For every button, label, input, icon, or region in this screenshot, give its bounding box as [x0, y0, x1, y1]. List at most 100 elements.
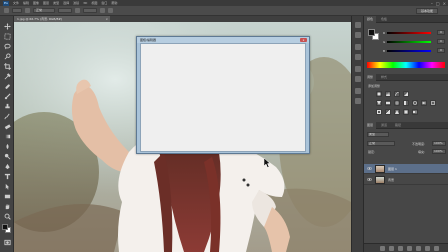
tab-color[interactable]: 颜色: [364, 16, 377, 23]
properties-panel-icon[interactable]: [355, 32, 361, 38]
brush-preset-picker[interactable]: [12, 8, 22, 13]
lasso-tool[interactable]: [3, 42, 11, 50]
trash-icon[interactable]: [434, 246, 439, 251]
character-panel-icon[interactable]: [355, 66, 361, 72]
move-tool[interactable]: [3, 22, 11, 30]
airbrush-icon[interactable]: [100, 8, 105, 13]
invert-icon[interactable]: [376, 109, 382, 115]
crop-tool[interactable]: [3, 62, 11, 70]
hue-saturation-icon[interactable]: [385, 100, 391, 106]
foreground-color-swatch[interactable]: [2, 224, 8, 230]
arrow-icon: [5, 183, 9, 189]
tab-adjustments[interactable]: 调整: [364, 74, 377, 81]
adjustment-layer-icon[interactable]: [407, 246, 412, 251]
brush-tool[interactable]: [3, 92, 11, 100]
quick-select-tool[interactable]: [3, 52, 11, 60]
blue-slider-track[interactable]: [387, 50, 431, 52]
layer-row[interactable]: 图层 1: [364, 164, 448, 174]
tab-layers[interactable]: 图层: [364, 122, 377, 129]
mode-select[interactable]: 正常: [33, 8, 55, 13]
new-group-icon[interactable]: [416, 246, 421, 251]
color-panel-foreground-swatch[interactable]: [368, 29, 375, 36]
flow-field[interactable]: [83, 8, 97, 13]
close-window-button[interactable]: ×: [443, 1, 446, 6]
exposure-icon[interactable]: [403, 91, 409, 97]
blue-value-field[interactable]: 0: [437, 48, 445, 53]
brush-panel-icon[interactable]: [355, 88, 361, 94]
layer-style-icon[interactable]: [389, 246, 394, 251]
layer-filter-select[interactable]: 类型: [367, 132, 389, 137]
brightness-contrast-icon[interactable]: [376, 91, 382, 97]
opacity-label: 不透明度:: [412, 142, 426, 146]
hand-tool[interactable]: [3, 202, 11, 210]
layer-mask-icon[interactable]: [398, 246, 403, 251]
opacity-input[interactable]: 100%: [432, 141, 446, 146]
opacity-field[interactable]: [58, 8, 72, 13]
color-lookup-icon[interactable]: [430, 100, 436, 106]
blur-tool[interactable]: [3, 142, 11, 150]
tab-swatches[interactable]: 色板: [378, 16, 390, 23]
threshold-icon[interactable]: [394, 109, 400, 115]
red-slider-track[interactable]: [387, 32, 431, 34]
link-layers-icon[interactable]: [380, 246, 385, 251]
new-layer-icon[interactable]: [425, 246, 430, 251]
fill-input[interactable]: 100%: [432, 149, 446, 154]
eraser-icon: [4, 123, 11, 129]
posterize-icon[interactable]: [385, 109, 391, 115]
history-panel-icon[interactable]: [355, 22, 361, 28]
actions-panel-icon[interactable]: [355, 44, 361, 50]
tab-styles[interactable]: 样式: [378, 74, 390, 81]
pen-tool[interactable]: [3, 162, 11, 170]
tab-paths[interactable]: 路径: [392, 122, 404, 129]
dodge-tool[interactable]: [3, 152, 11, 160]
red-slider[interactable]: R 0: [383, 30, 445, 36]
clone-source-panel-icon[interactable]: [355, 98, 361, 104]
red-value-field[interactable]: 0: [437, 30, 445, 35]
pen-icon: [4, 163, 10, 169]
green-value-field[interactable]: 0: [437, 39, 445, 44]
rectangle-tool[interactable]: [3, 192, 11, 200]
channel-mixer-icon[interactable]: [421, 100, 427, 106]
zoom-tool[interactable]: [3, 212, 11, 220]
gradient-tool[interactable]: [3, 132, 11, 140]
visibility-eye-icon[interactable]: [367, 166, 372, 171]
visibility-eye-icon[interactable]: [367, 177, 372, 182]
black-white-icon[interactable]: [403, 100, 409, 106]
pressure-opacity-icon[interactable]: [75, 8, 80, 13]
green-slider-track[interactable]: [387, 41, 431, 43]
vibrance-icon[interactable]: [376, 100, 382, 106]
brush-panel-toggle-icon[interactable]: [25, 8, 30, 13]
eyedropper-tool[interactable]: [3, 72, 11, 80]
levels-icon[interactable]: [385, 91, 391, 97]
marquee-tool[interactable]: [3, 32, 11, 40]
pressure-size-icon[interactable]: [108, 8, 113, 13]
path-selection-tool[interactable]: [3, 182, 11, 190]
workspace-switcher[interactable]: 基本功能: [416, 8, 438, 14]
hand-icon: [5, 203, 9, 209]
color-balance-icon[interactable]: [394, 100, 400, 106]
quick-mask-toggle[interactable]: [3, 238, 11, 246]
eraser-tool[interactable]: [3, 122, 11, 130]
blue-slider[interactable]: B 0: [383, 48, 445, 54]
info-panel-icon[interactable]: [355, 54, 361, 60]
photo-filter-icon[interactable]: [412, 100, 418, 106]
healing-brush-tool[interactable]: [3, 82, 11, 90]
tab-channels[interactable]: 通道: [378, 122, 390, 129]
type-tool[interactable]: [3, 172, 11, 180]
clone-stamp-tool[interactable]: [3, 102, 11, 110]
gradient-icon: [4, 134, 10, 138]
history-brush-tool[interactable]: [3, 112, 11, 120]
paragraph-panel-icon[interactable]: [355, 76, 361, 82]
color-spectrum-bar[interactable]: [367, 62, 445, 68]
selective-color-icon[interactable]: [403, 109, 409, 115]
maximize-button[interactable]: □: [436, 1, 440, 6]
minimize-button[interactable]: –: [431, 1, 433, 6]
layer-row[interactable]: 背景: [364, 175, 448, 185]
gradient-map-icon[interactable]: [412, 109, 418, 115]
dialog-close-button[interactable]: x: [300, 38, 307, 42]
quick-select-icon: [4, 52, 11, 59]
tool-preset-icon[interactable]: [4, 8, 9, 13]
curves-icon[interactable]: [394, 91, 400, 97]
blend-mode-select[interactable]: 正常: [367, 141, 395, 146]
green-slider[interactable]: G 0: [383, 39, 445, 45]
